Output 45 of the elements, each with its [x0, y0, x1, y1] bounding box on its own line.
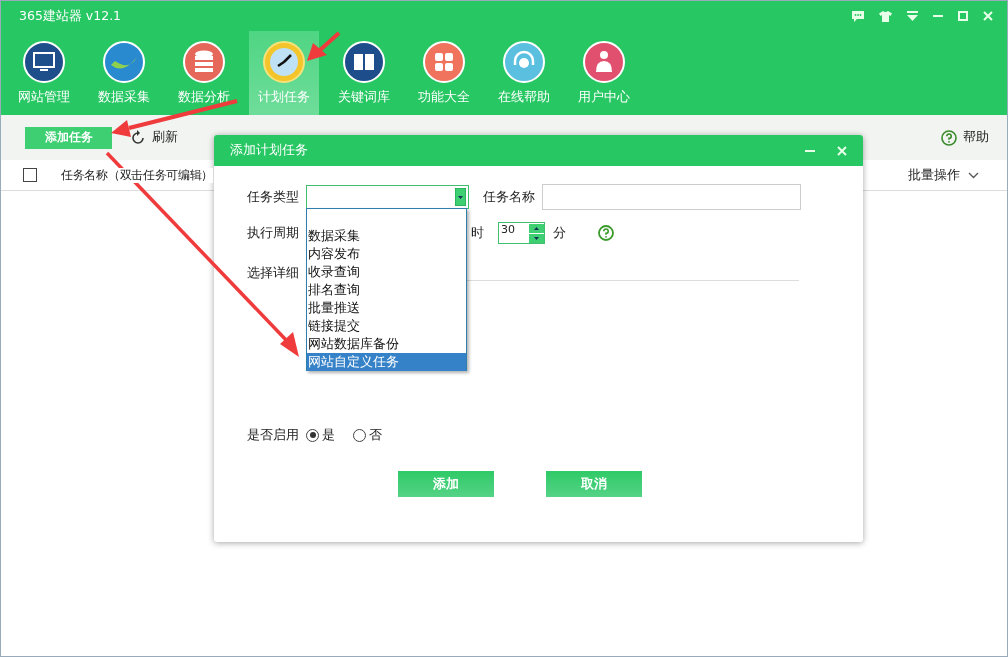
radio-option[interactable]: 是 — [306, 426, 335, 444]
dialog-title: 添加计划任务 — [230, 142, 308, 159]
dropdown-option[interactable]: 批量推送 — [307, 299, 466, 317]
hour-unit-label: 时 — [471, 224, 484, 242]
annotation-arrow — [307, 31, 341, 61]
field-label: 是否启用 — [247, 426, 300, 444]
minute-unit-label: 分 — [553, 224, 566, 242]
help-button[interactable]: 帮助 — [941, 129, 989, 146]
refresh-icon — [130, 129, 146, 146]
radio-option[interactable]: 否 — [353, 426, 382, 444]
refresh-button[interactable]: 刷新 — [130, 129, 178, 146]
maximize-icon[interactable] — [958, 11, 968, 21]
clock-icon — [263, 41, 305, 83]
dropdown-option[interactable]: 排名查询 — [307, 281, 466, 299]
chevron-down-icon — [968, 171, 979, 179]
help-icon[interactable] — [598, 225, 614, 241]
batch-actions-dropdown[interactable]: 批量操作 — [908, 166, 979, 184]
window-title: 365建站器 v12.1 — [19, 7, 122, 25]
dropdown-option[interactable]: 数据采集 — [307, 227, 466, 245]
close-icon[interactable] — [837, 145, 847, 156]
monitor-icon — [23, 41, 65, 83]
close-icon[interactable] — [983, 11, 993, 21]
caret-icon — [455, 188, 466, 206]
field-label: 任务类型 — [247, 188, 300, 206]
chat-icon[interactable] — [852, 10, 864, 22]
globe-icon — [103, 41, 145, 83]
dropdown-menu-icon[interactable] — [907, 11, 918, 21]
spinner-arrows-icon — [529, 223, 544, 243]
dropdown-option[interactable]: 网站数据库备份 — [307, 335, 466, 353]
minimize-icon[interactable] — [805, 149, 815, 152]
shirt-icon[interactable] — [879, 10, 892, 22]
dropdown-option[interactable]: 收录查询 — [307, 263, 466, 281]
user-icon — [583, 41, 625, 83]
field-label: 任务名称 — [483, 188, 536, 206]
task-name-input[interactable] — [542, 184, 801, 210]
help-icon — [941, 129, 957, 146]
dropdown-option[interactable]: 链接提交 — [307, 317, 466, 335]
select-all-checkbox[interactable] — [23, 168, 37, 182]
field-label: 选择详细 — [247, 264, 300, 282]
minute-spinner[interactable]: 30 — [498, 222, 545, 244]
dropdown-option[interactable]: 内容发布 — [307, 245, 466, 263]
grid-icon — [423, 41, 465, 83]
database-icon — [183, 41, 225, 83]
dropdown-option[interactable]: 网站自定义任务 — [307, 353, 466, 371]
field-label: 执行周期 — [247, 224, 300, 242]
